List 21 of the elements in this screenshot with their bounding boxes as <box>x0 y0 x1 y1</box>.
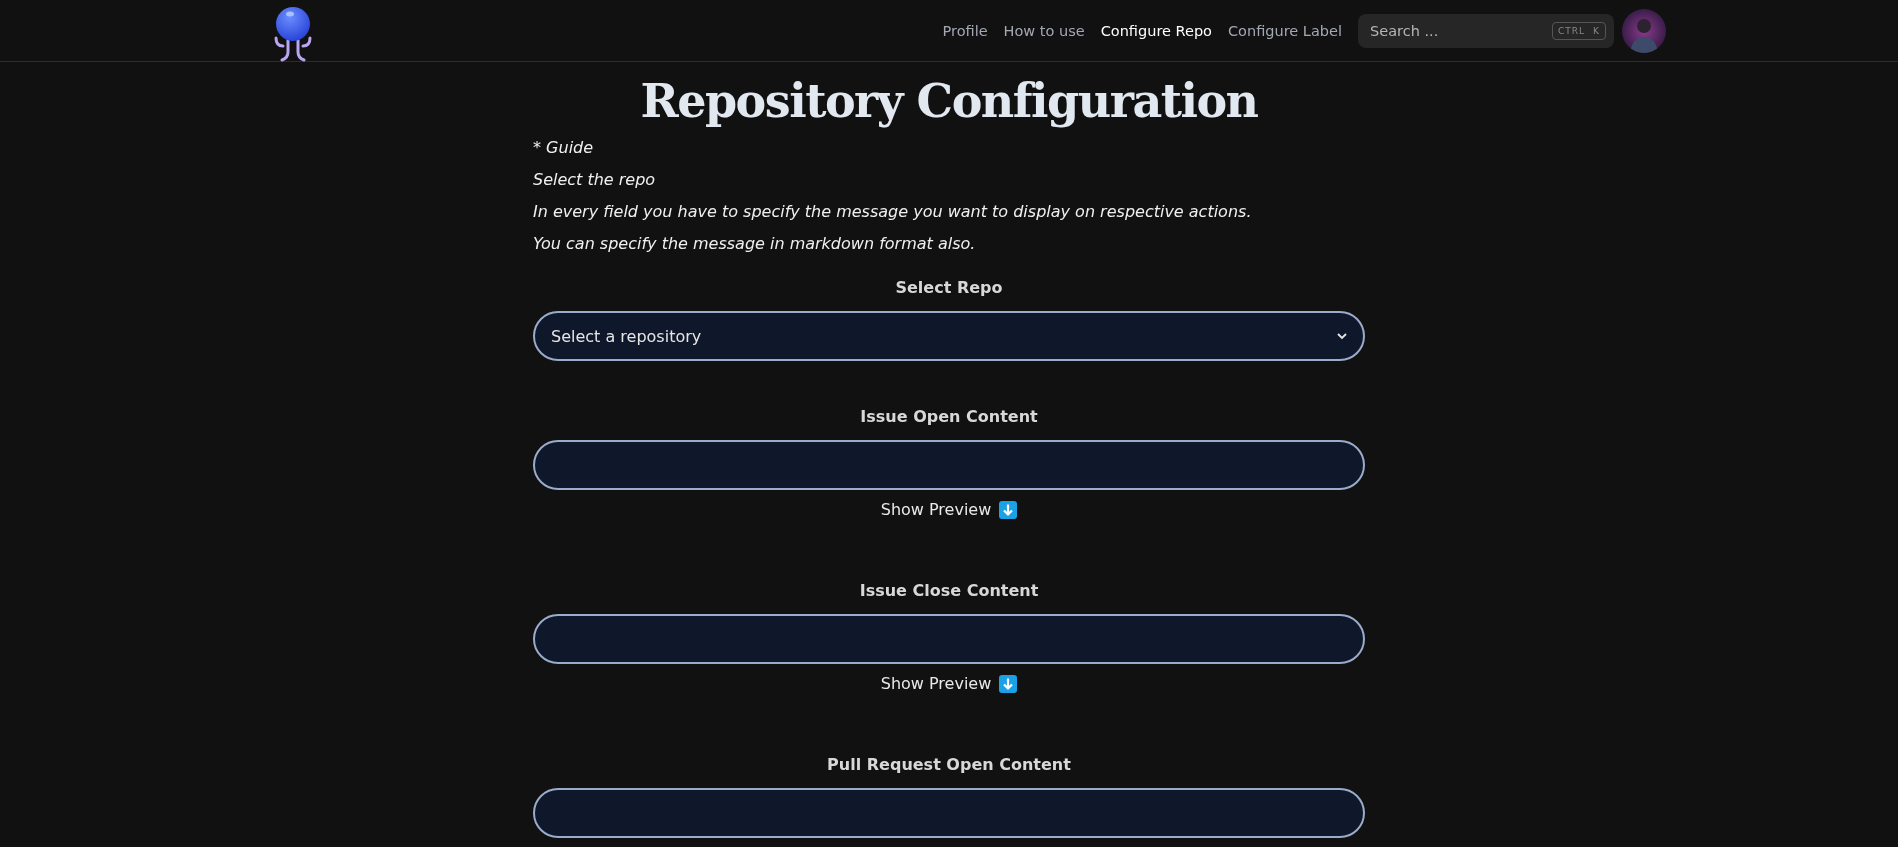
chevron-down-icon <box>1337 332 1347 340</box>
content-field[interactable] <box>533 440 1365 490</box>
guide-text: Select the repo <box>533 169 657 191</box>
page-title: Repository Configuration <box>639 74 1259 128</box>
nav-link[interactable]: How to use <box>1003 22 1085 39</box>
guide-text: You can specify the message in markdown format also. <box>533 233 977 255</box>
nav-link[interactable]: Profile <box>942 22 988 39</box>
field-label: Issue Open Content <box>860 407 1038 426</box>
show-preview-link[interactable]: Show Preview <box>880 674 992 693</box>
field-label: Pull Request Open Content <box>827 755 1071 774</box>
nav-link[interactable]: Configure Repo <box>1100 22 1212 39</box>
guide-text: In every field you have to specify the message you want to display on respective actions. <box>533 201 1253 223</box>
guide-text: * Guide <box>533 137 595 159</box>
show-preview-link[interactable]: Show Preview <box>880 500 992 519</box>
repository-dropdown[interactable]: Select a repository <box>533 311 1365 361</box>
content-field[interactable] <box>533 788 1365 838</box>
content-field[interactable] <box>533 614 1365 664</box>
keyboard-shortcut: CTRL K <box>1552 21 1606 40</box>
field-label: Issue Close Content <box>859 581 1039 600</box>
nav-link[interactable]: Configure Label <box>1228 22 1342 39</box>
field-label: Select Repo <box>895 278 1003 297</box>
